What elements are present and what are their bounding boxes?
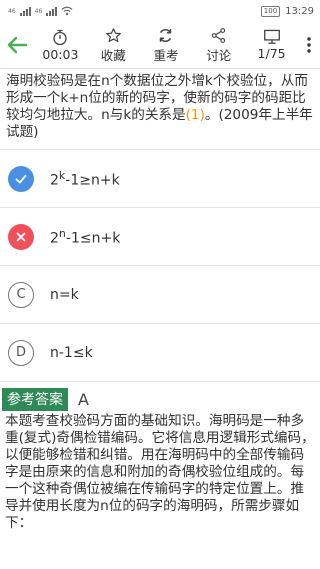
cross-icon <box>8 223 34 250</box>
favorite-label: 收藏 <box>100 47 126 63</box>
timer-value: 00:03 <box>42 46 79 62</box>
option-d-letter: D <box>8 339 34 366</box>
discuss-button[interactable]: 讨论 <box>192 22 245 68</box>
answer-label: 参考答案 <box>2 387 68 411</box>
network-indicators: 46 46 <box>8 6 73 16</box>
favorite-button[interactable]: 收藏 <box>87 22 140 68</box>
option-a[interactable]: 2k-1≥n+k <box>0 150 320 208</box>
back-button[interactable] <box>0 22 34 68</box>
clock: 13:29 <box>285 5 314 17</box>
retry-button[interactable]: 重考 <box>140 22 193 68</box>
back-arrow-icon <box>7 36 28 54</box>
discuss-label: 讨论 <box>206 47 232 63</box>
monitor-icon <box>263 29 280 44</box>
question-text: 海明校验码是在n个数据位之外增k个校验位，从而形成一个k+n位的新的码字，使新的… <box>0 69 320 150</box>
option-d-text: n-1≤k <box>50 344 93 361</box>
checkmark-icon <box>8 165 34 192</box>
option-a-text: 2k-1≥n+k <box>50 168 120 189</box>
more-button[interactable] <box>298 22 320 68</box>
toolbar: 00:03 收藏 重考 讨论 1/75 <box>0 22 320 69</box>
option-d[interactable]: D n-1≤k <box>0 324 320 382</box>
network-type-label: 46 <box>34 7 43 15</box>
status-bar: 46 46 100 13:29 <box>0 0 320 22</box>
option-b[interactable]: 2n-1≤n+k <box>0 208 320 266</box>
timer[interactable]: 00:03 <box>34 22 87 68</box>
share-icon <box>212 27 226 43</box>
progress-label: 1/75 <box>257 46 286 61</box>
option-c-letter: C <box>8 281 34 308</box>
option-b-text: 2n-1≤n+k <box>50 226 121 247</box>
option-c-text: n=k <box>50 286 79 303</box>
signal-icon <box>46 6 58 16</box>
network-type-label: 46 <box>8 7 16 15</box>
answer-value: A <box>78 389 89 409</box>
refresh-icon <box>160 28 172 42</box>
battery-icon: 100 <box>260 5 281 17</box>
retry-label: 重考 <box>153 47 179 63</box>
signal-icon <box>19 6 31 16</box>
answer-blank-marker: (1) <box>185 107 205 123</box>
question-index-button[interactable]: 1/75 <box>245 22 298 68</box>
stopwatch-icon <box>53 29 68 45</box>
answer-row: 参考答案 A <box>0 387 320 411</box>
more-vertical-icon <box>307 37 311 53</box>
explanation-text: 本题考查校验码方面的基础知识。海明码是一种多重(复式)奇偶检错编码。它将信息用逻… <box>5 413 315 531</box>
star-icon <box>105 27 121 42</box>
option-c[interactable]: C n=k <box>0 266 320 324</box>
wifi-icon <box>61 6 73 16</box>
